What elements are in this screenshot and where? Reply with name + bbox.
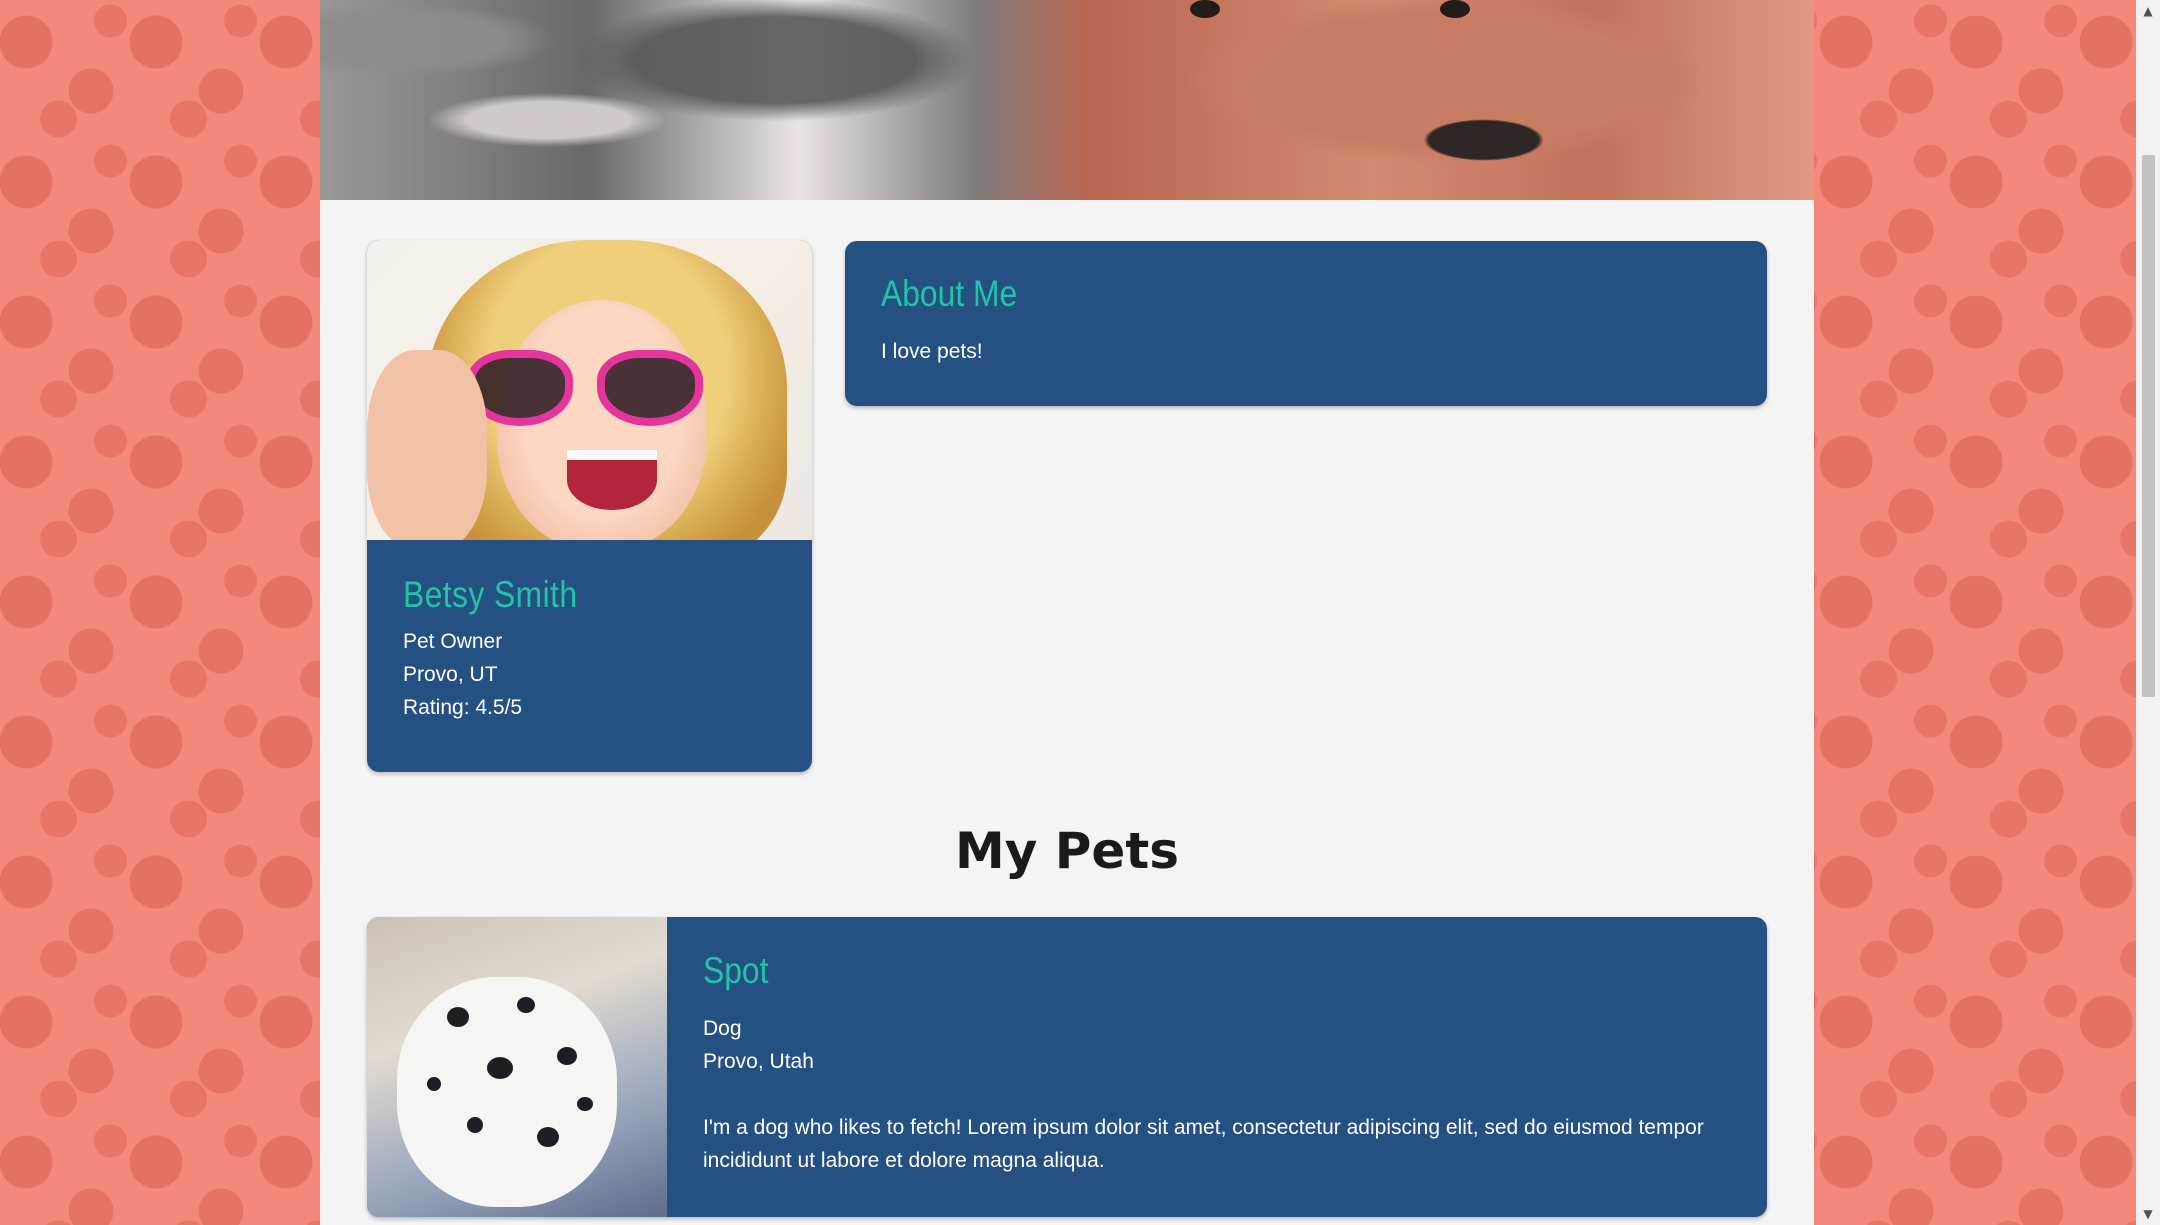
my-pets-heading: My Pets (955, 822, 1179, 880)
scroll-down-arrow-icon[interactable]: ▼ (2136, 1203, 2160, 1225)
profile-name: Betsy Smith (403, 574, 578, 615)
profile-location: Provo, UT (403, 663, 498, 686)
pet-location: Provo, Utah (703, 1050, 814, 1073)
about-text: I love pets! (881, 340, 983, 363)
vertical-scrollbar[interactable]: ▲ ▼ (2136, 0, 2160, 1225)
pet-description: I'm a dog who likes to fetch! Lorem ipsu… (703, 1116, 1704, 1172)
pet-photo (367, 917, 667, 1217)
about-title: About Me (881, 273, 1018, 314)
dog-eye-left (1190, 0, 1220, 18)
pet-card[interactable]: Spot Dog Provo, Utah I'm a dog who likes… (367, 917, 1767, 1217)
pet-species: Dog (703, 1017, 742, 1040)
profile-role: Pet Owner (403, 630, 503, 653)
profile-card: Betsy Smith Pet Owner Provo, UT Rating: … (367, 240, 812, 772)
pet-name: Spot (703, 950, 769, 991)
scroll-up-arrow-icon[interactable]: ▲ (2136, 0, 2160, 22)
hero-banner-image (320, 0, 1814, 200)
dog-image-part (1080, 0, 1814, 200)
about-card: About Me I love pets! (845, 241, 1767, 406)
cat-image-part (320, 0, 1080, 200)
main-content: Betsy Smith Pet Owner Provo, UT Rating: … (320, 0, 1814, 1225)
profile-rating: Rating: 4.5/5 (403, 696, 523, 719)
scrollbar-thumb[interactable] (2142, 155, 2155, 697)
profile-photo (367, 240, 812, 540)
dog-eye-right (1440, 0, 1470, 18)
